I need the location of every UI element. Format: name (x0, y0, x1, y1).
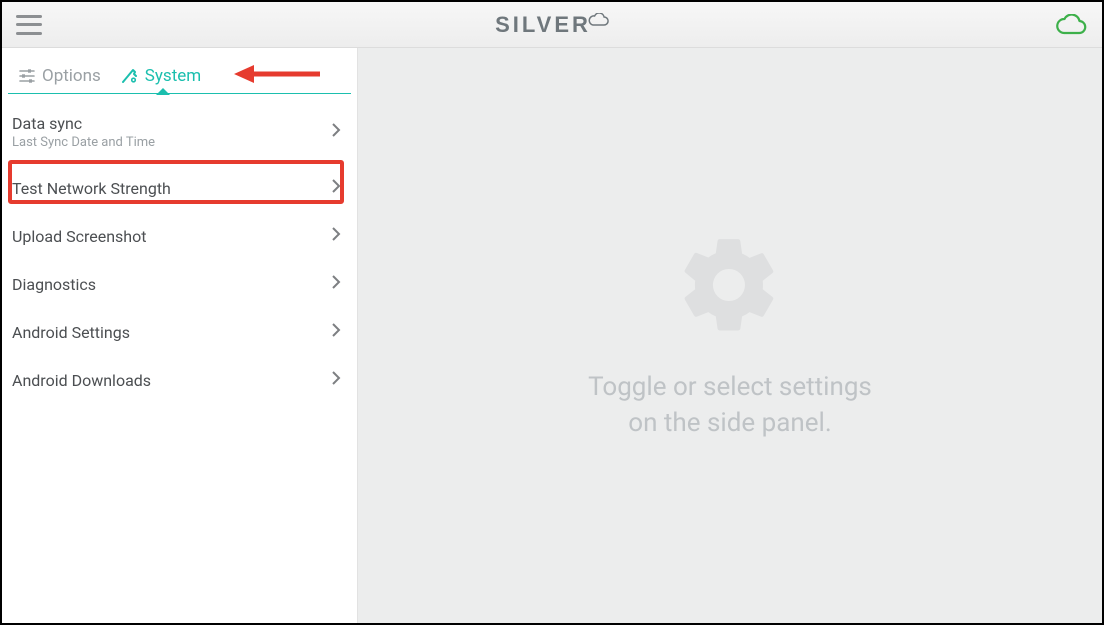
tab-system[interactable]: System (113, 56, 213, 94)
chevron-right-icon (331, 322, 341, 342)
list-item-title: Android Settings (12, 323, 130, 342)
tab-bar: Options System (2, 48, 357, 94)
list-item-diagnostics[interactable]: Diagnostics (2, 260, 357, 308)
sliders-icon (18, 67, 36, 85)
list-item-title: Diagnostics (12, 275, 96, 294)
list-item-subtitle: Last Sync Date and Time (12, 135, 155, 150)
list-item-android-settings[interactable]: Android Settings (2, 308, 357, 356)
list-item-android-downloads[interactable]: Android Downloads (2, 356, 357, 404)
settings-list: Data sync Last Sync Date and Time Test N… (2, 94, 357, 404)
main-content: Toggle or select settings on the side pa… (358, 48, 1102, 623)
tab-options[interactable]: Options (10, 56, 113, 94)
menu-button[interactable] (16, 15, 42, 35)
side-panel: Options System Data sync Last Sync Date … (2, 48, 358, 623)
brand-logo: SILVER (495, 12, 609, 38)
list-item-upload-screenshot[interactable]: Upload Screenshot (2, 212, 357, 260)
chevron-right-icon (331, 122, 341, 142)
placeholder-line-2: on the side panel. (588, 406, 872, 441)
brand-text: SILVER (495, 12, 591, 38)
chevron-right-icon (331, 370, 341, 390)
list-item-title: Upload Screenshot (12, 227, 146, 246)
gear-icon (675, 230, 785, 340)
tab-options-label: Options (42, 66, 101, 86)
cloud-icon (1054, 14, 1088, 36)
list-item-test-network[interactable]: Test Network Strength (2, 164, 357, 212)
chevron-right-icon (331, 178, 341, 198)
tab-system-label: System (145, 66, 201, 86)
list-item-data-sync[interactable]: Data sync Last Sync Date and Time (2, 100, 357, 164)
brand-cloud-icon (587, 13, 609, 27)
cloud-status-button[interactable] (1054, 14, 1088, 36)
placeholder: Toggle or select settings on the side pa… (588, 230, 872, 440)
list-item-title: Data sync (12, 114, 155, 133)
top-bar: SILVER (2, 2, 1102, 48)
tab-underline (8, 93, 351, 94)
list-item-title: Test Network Strength (12, 179, 171, 198)
chevron-right-icon (331, 274, 341, 294)
system-icon (121, 67, 139, 85)
list-item-title: Android Downloads (12, 371, 151, 390)
chevron-right-icon (331, 226, 341, 246)
placeholder-line-1: Toggle or select settings (588, 370, 872, 405)
